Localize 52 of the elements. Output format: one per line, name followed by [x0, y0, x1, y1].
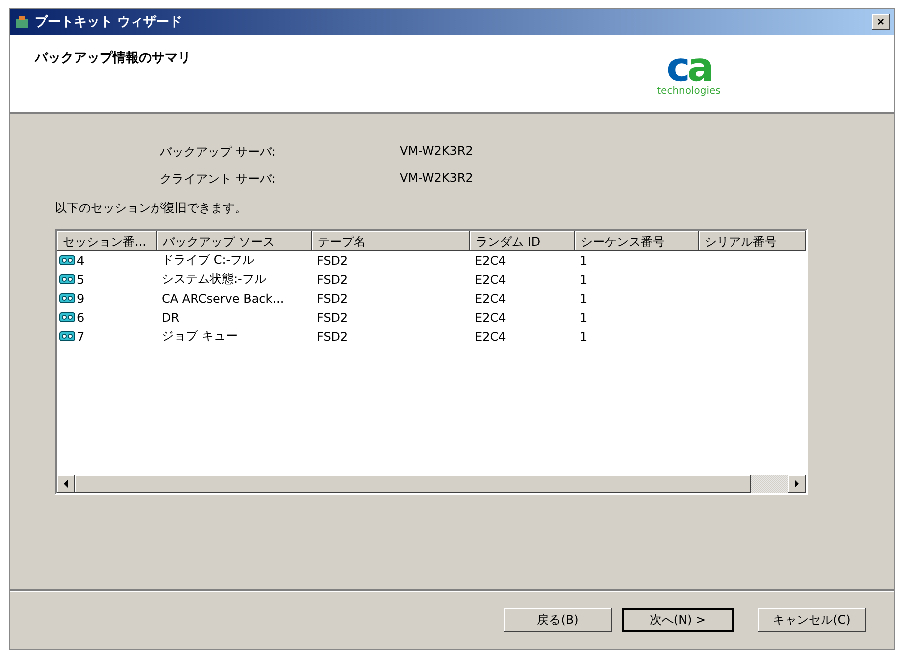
table-cell: DR — [162, 310, 180, 324]
tape-icon — [59, 292, 76, 305]
tape-icon — [59, 330, 76, 343]
tape-icon — [59, 254, 76, 267]
close-button[interactable]: × — [872, 14, 890, 30]
column-header[interactable]: ランダム ID — [470, 231, 575, 251]
column-header[interactable]: バックアップ ソース — [157, 231, 312, 251]
table-cell: E2C4 — [475, 272, 506, 286]
tape-icon — [59, 273, 76, 286]
table-cell: FSD2 — [317, 254, 348, 268]
table-cell: 1 — [580, 310, 588, 324]
info-label: クライアント サーバ: — [160, 171, 277, 188]
table-cell: システム状態:-フル — [162, 271, 266, 288]
table-cell: 6 — [77, 310, 85, 324]
table-cell: 9 — [77, 292, 85, 306]
table-cell: E2C4 — [475, 330, 506, 344]
table-cell: FSD2 — [317, 330, 348, 344]
table-cell: FSD2 — [317, 292, 348, 306]
table-cell: E2C4 — [475, 310, 506, 324]
table-cell: 7 — [77, 330, 85, 344]
column-header[interactable]: テープ名 — [312, 231, 470, 251]
table-cell: ドライブ C:-フル — [162, 252, 255, 269]
table-cell: 1 — [580, 272, 588, 286]
table-cell: 1 — [580, 292, 588, 306]
logo-mark: ca — [666, 50, 712, 86]
table-cell: 1 — [580, 254, 588, 268]
table-cell: E2C4 — [475, 292, 506, 306]
left-arrow-icon[interactable] — [64, 480, 68, 488]
column-header[interactable]: セッション番... — [57, 231, 157, 251]
table-cell: 5 — [77, 272, 85, 286]
table-cell: 4 — [77, 254, 85, 268]
intro-text: 以下のセッションが復旧できます。 — [55, 200, 248, 217]
wizard-button[interactable]: キャンセル(C) — [758, 608, 866, 632]
logo-tagline: technologies — [657, 86, 721, 97]
toolbox-icon — [14, 14, 30, 30]
info-value: VM-W2K3R2 — [400, 171, 474, 187]
table-cell: ジョブ キュー — [162, 328, 238, 345]
table-cell: CA ARCserve Back... — [162, 292, 284, 306]
info-label: バックアップ サーバ: — [160, 144, 277, 161]
right-arrow-icon[interactable] — [794, 480, 800, 488]
window-title: ブートキット ウィザード — [35, 14, 184, 31]
page-title: バックアップ情報のサマリ — [35, 50, 191, 68]
table-cell: 1 — [580, 330, 588, 344]
wizard-button[interactable]: 戻る(B) — [504, 608, 612, 632]
tape-icon — [59, 311, 76, 324]
column-header[interactable]: シリアル番号 — [699, 231, 806, 251]
info-value: VM-W2K3R2 — [400, 144, 474, 160]
wizard-button[interactable]: 次へ(N) > — [622, 608, 734, 632]
table-cell: FSD2 — [317, 272, 348, 286]
table-cell: FSD2 — [317, 310, 348, 324]
column-header[interactable]: シーケンス番号 — [575, 231, 699, 251]
table-cell: E2C4 — [475, 254, 506, 268]
